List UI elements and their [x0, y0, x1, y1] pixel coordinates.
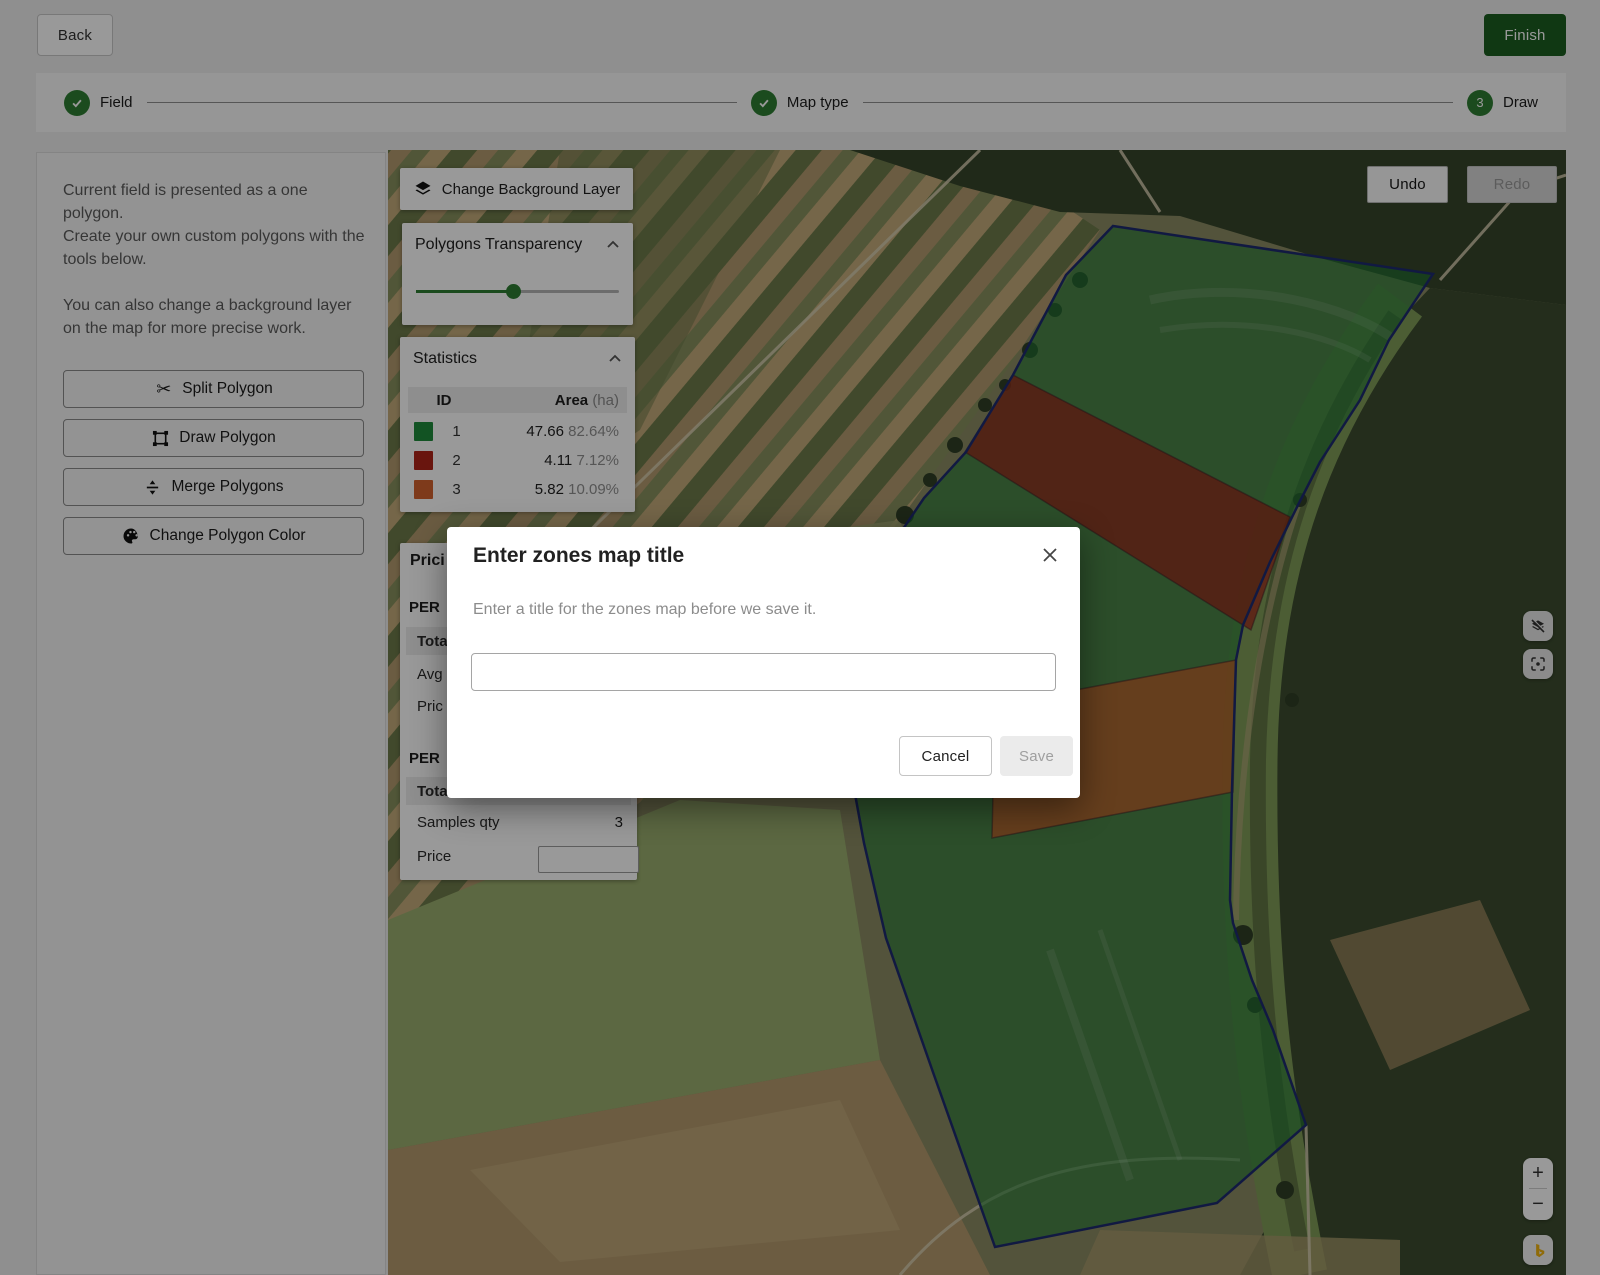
save-button[interactable]: Save: [1000, 736, 1073, 776]
close-icon[interactable]: [1036, 541, 1064, 569]
zones-map-editor-page: Back Finish Field Map type 3 Draw Curren…: [0, 0, 1600, 1275]
dialog-description: Enter a title for the zones map before w…: [473, 601, 816, 619]
enter-zones-map-title-dialog: Enter zones map title Enter a title for …: [447, 527, 1080, 798]
zones-map-title-input[interactable]: [471, 653, 1056, 691]
dialog-title: Enter zones map title: [473, 544, 684, 568]
cancel-button[interactable]: Cancel: [899, 736, 992, 776]
